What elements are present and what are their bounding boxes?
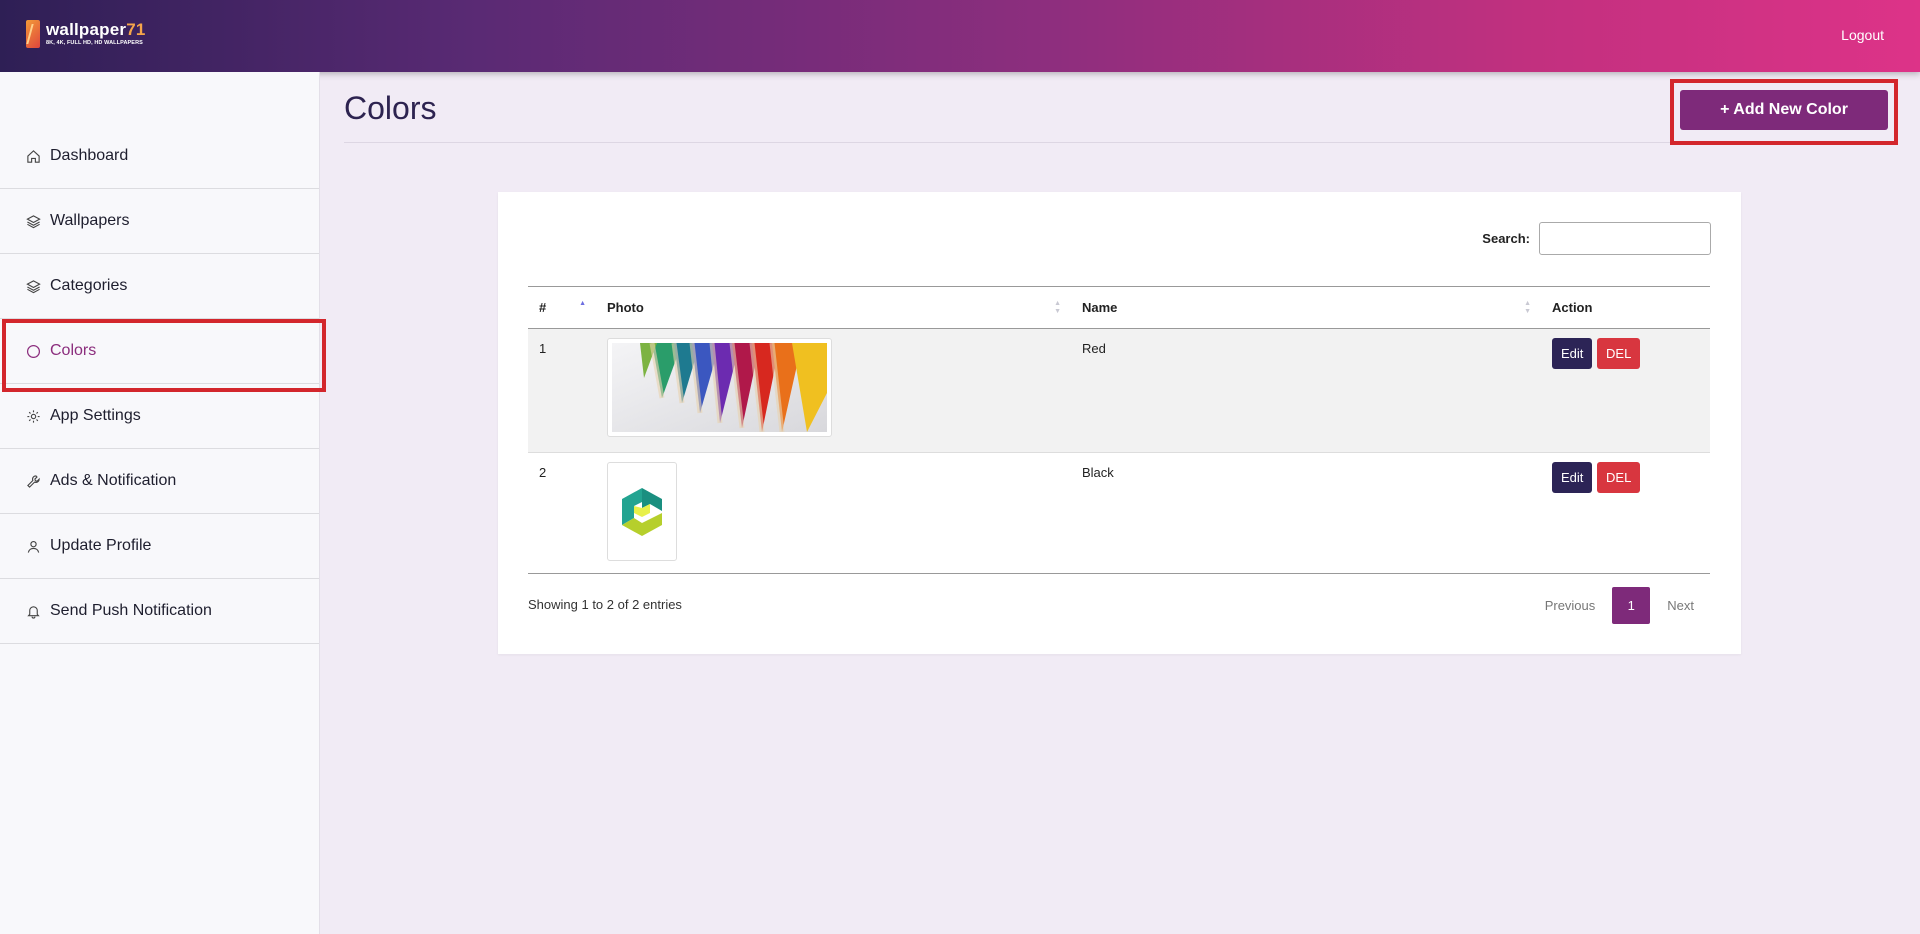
sidebar-item-ads-notification[interactable]: Ads & Notification (0, 449, 319, 514)
green-logo-image (622, 487, 662, 536)
row-number: 1 (528, 328, 596, 453)
sidebar-item-app-settings[interactable]: App Settings (0, 384, 319, 449)
column-header-number[interactable]: # ▲ (528, 287, 596, 329)
sidebar: Dashboard Wallpapers Categories Colors A… (0, 72, 326, 934)
color-photo (607, 462, 677, 561)
search-input[interactable] (1539, 222, 1711, 255)
page-header: Colors (344, 88, 1898, 143)
add-new-color-button[interactable]: + Add New Color (1680, 90, 1888, 130)
logout-link[interactable]: Logout (1841, 27, 1884, 43)
color-name: Red (1071, 328, 1541, 453)
layers-icon (25, 278, 41, 294)
sidebar-item-dashboard[interactable]: Dashboard (0, 124, 319, 189)
layers-icon (25, 213, 41, 229)
bell-icon (25, 603, 41, 619)
page-title: Colors (344, 90, 437, 126)
colored-pencils-image (612, 343, 827, 432)
table-info: Showing 1 to 2 of 2 entries (528, 597, 682, 612)
sort-icon: ▲ ▼ (1054, 300, 1061, 315)
circle-icon (25, 343, 41, 359)
next-page-button[interactable]: Next (1650, 598, 1711, 613)
sidebar-item-update-profile[interactable]: Update Profile (0, 514, 319, 579)
wrench-icon (25, 473, 41, 489)
brand-logo[interactable]: wallpaper71 8K, 4K, FULL HD, HD WALLPAPE… (26, 20, 146, 48)
user-icon (25, 538, 41, 554)
edit-button[interactable]: Edit (1552, 462, 1593, 493)
row-number: 2 (528, 452, 596, 574)
column-header-name[interactable]: Name ▲ ▼ (1071, 287, 1541, 329)
delete-button[interactable]: DEL (1597, 338, 1641, 369)
sidebar-item-send-push-notification[interactable]: Send Push Notification (0, 579, 319, 644)
gear-icon (25, 408, 41, 424)
sidebar-item-categories[interactable]: Categories (0, 254, 319, 319)
previous-page-button[interactable]: Previous (1528, 598, 1613, 613)
table-row: 1 Red Edit DEL (528, 328, 1710, 453)
colors-table: # ▲ Photo ▲ ▼ Name ▲ ▼ Action 1 Red Edit… (528, 286, 1710, 574)
pagination: Previous 1 Next (1528, 587, 1711, 624)
color-name: Black (1071, 452, 1541, 574)
sidebar-item-colors[interactable]: Colors (0, 319, 326, 392)
brand-name: wallpaper71 (46, 20, 146, 40)
top-bar: wallpaper71 8K, 4K, FULL HD, HD WALLPAPE… (0, 0, 1920, 72)
logo-icon (26, 20, 40, 48)
colors-table-card: Search: # ▲ Photo ▲ ▼ Name ▲ ▼ Action 1 … (498, 192, 1741, 654)
delete-button[interactable]: DEL (1597, 462, 1641, 493)
sort-icon: ▲ ▼ (1524, 300, 1531, 315)
column-header-photo[interactable]: Photo ▲ ▼ (596, 287, 1071, 329)
column-header-action: Action (1552, 300, 1593, 315)
table-header-row: # ▲ Photo ▲ ▼ Name ▲ ▼ Action (528, 286, 1710, 329)
sort-icon: ▲ (579, 300, 586, 307)
table-row: 2 Black Edit DEL (528, 452, 1710, 574)
search-label: Search: (1482, 231, 1530, 246)
color-photo (607, 338, 832, 437)
edit-button[interactable]: Edit (1552, 338, 1593, 369)
home-icon (25, 148, 41, 164)
brand-tagline: 8K, 4K, FULL HD, HD WALLPAPERS (46, 40, 143, 47)
search-row: Search: (1482, 222, 1711, 255)
sidebar-item-wallpapers[interactable]: Wallpapers (0, 189, 319, 254)
page-1-button[interactable]: 1 (1612, 587, 1651, 624)
